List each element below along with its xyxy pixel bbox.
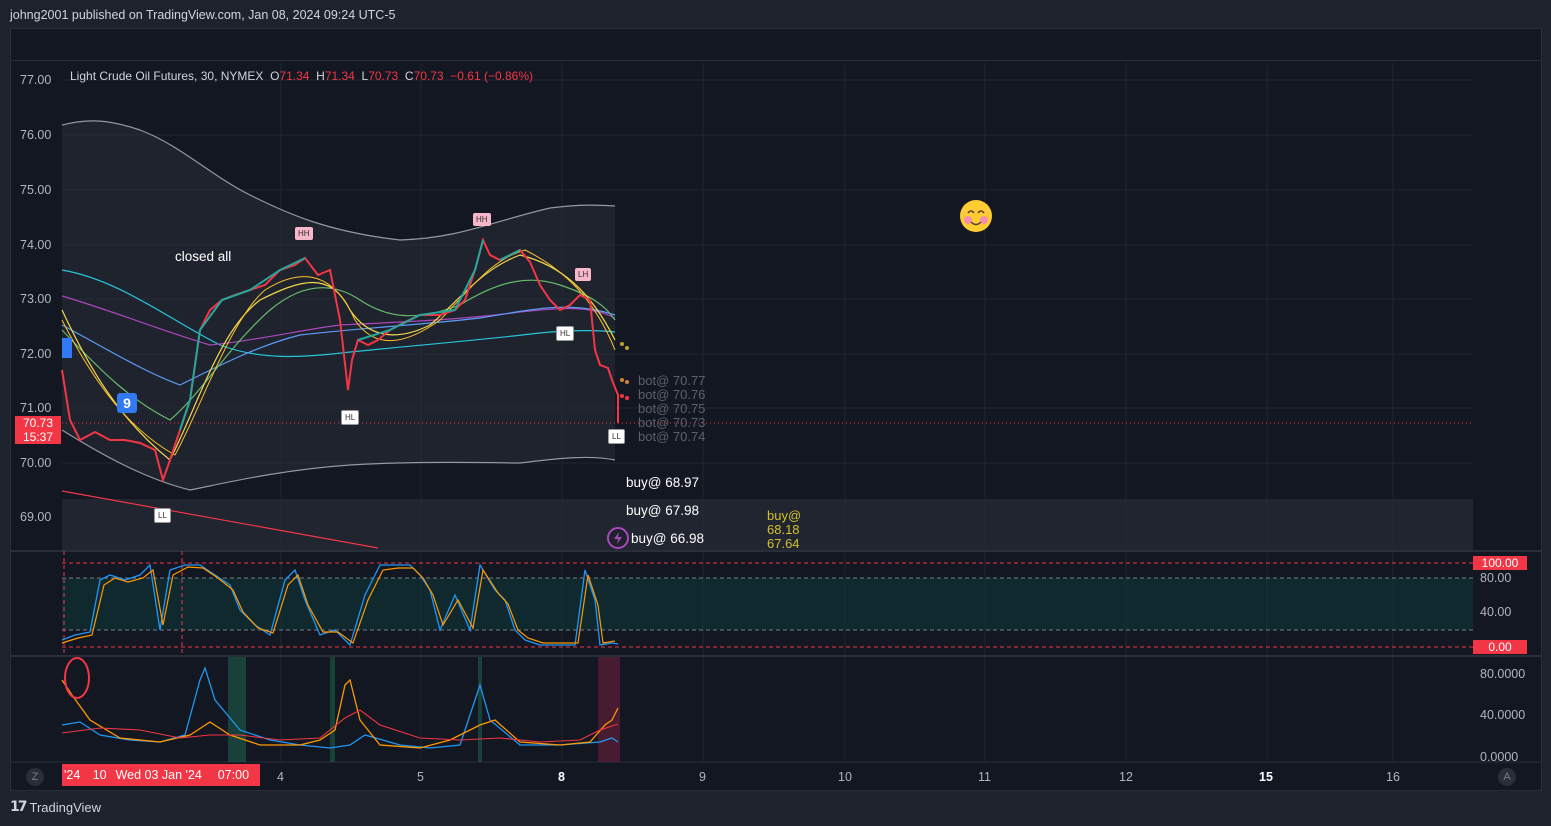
dmi-tick: 40.0000 [1480,708,1526,722]
auto-scale-button[interactable]: A [1498,768,1516,786]
buy-label: buy@ 66.98 [631,531,705,546]
dmi-tick: 80.0000 [1480,667,1526,681]
x-tick: 10 [838,770,852,784]
pivot-ll: LL [608,429,625,444]
footer-brand-name: TradingView [29,799,102,815]
bot-label: bot@ 70.75 [638,401,706,416]
pivot-lh: LH [575,268,592,281]
x-tick: 16 [1386,770,1400,784]
stoch-tick: 80.00 [1480,571,1512,585]
buy-yellow-note: buy@ 68.18 67.64 [767,509,801,551]
x-time: 07:00 [217,768,250,782]
edge-badge [62,338,72,358]
chart-canvas[interactable] [0,0,1551,826]
y-tick: 76.00 [20,128,52,142]
x-tick: 9 [699,770,706,784]
x-tick: 15 [1259,770,1273,784]
dmi-highlight [330,657,335,762]
closed-all-note: closed all [175,249,232,264]
y-tick: 71.00 [20,401,52,415]
bot-label: bot@ 70.76 [638,387,706,402]
dot [620,342,624,346]
stoch-0-tag: 0.00 [1473,640,1527,654]
x-axis-crosshair-label: '24 10 Wed 03 Jan '24 07:00 [62,764,260,786]
y-tick: 70.00 [20,456,52,470]
buy-label: buy@ 67.98 [626,503,700,518]
legend-h-value: 71.34 [324,69,355,83]
dmi-orange [61,678,619,749]
last-price-value: 70.73 [22,416,54,430]
dmi-tick: 0.0000 [1480,750,1519,764]
tradingview-logo-icon: 17 [10,799,28,815]
y-tick: 72.00 [20,347,52,361]
legend-c-label: C [404,69,414,83]
last-price-tag: 70.73 15:37 [15,416,61,444]
y-tick: 75.00 [20,183,52,197]
pivot-hl: HL [556,326,575,341]
x-date: Wed 03 Jan '24 [115,768,202,782]
y-tick: 74.00 [20,238,52,252]
legend-symbol: Light Crude Oil Futures, 30, NYMEX [70,69,264,83]
pivot-hl: HL [341,410,360,425]
stoch-tick: 40.00 [1480,605,1512,619]
legend-c-value: 70.73 [413,69,444,83]
dmi-red [61,709,619,743]
buy-yellow-title: buy@ [767,508,802,523]
bot-label: bot@ 70.73 [638,415,706,430]
y-tick: 73.00 [20,292,52,306]
bar-countdown: 15:37 [22,430,54,444]
buy-yellow-price: 68.18 [767,522,800,537]
x-tick: 4 [277,770,284,784]
x-tick: 8 [558,770,565,784]
x-day: 10 [92,768,107,782]
legend-change: −0.61 (−0.86%) [450,69,534,83]
pivot-hh: HH [473,213,491,226]
dot [625,396,629,400]
x-year: '24 [64,768,81,782]
lightning-icon [607,527,629,549]
y-tick: 77.00 [20,73,52,87]
stoch-100-tag: 100.00 [1473,556,1527,570]
buy-label: buy@ 68.97 [626,475,700,490]
y-tick: 69.00 [20,510,52,524]
pivot-hh: HH [295,227,313,240]
buy-yellow-price: 67.64 [767,536,800,551]
dmi-highlight [228,657,246,762]
dot [625,346,629,350]
zoom-button[interactable]: Z [26,768,44,786]
bot-label: bot@ 70.74 [638,429,706,444]
pivot-ll: LL [154,508,171,523]
footer-brand[interactable]: 17 TradingView [10,799,101,815]
red-circle-annotation [64,657,90,699]
x-tick: 12 [1119,770,1133,784]
sequence-count-badge: 9 [117,393,137,413]
dot [625,380,629,384]
x-tick: 5 [417,770,424,784]
dmi-highlight [478,657,482,762]
legend-l-value: 70.73 [368,69,399,83]
legend-o-value: 71.34 [279,69,310,83]
dot [620,394,624,398]
smile-emoji-icon [960,200,992,232]
bot-label: bot@ 70.77 [638,373,706,388]
x-tick: 11 [978,770,991,784]
chart-legend: Light Crude Oil Futures, 30, NYMEX O71.3… [70,69,533,83]
dot [620,378,624,382]
legend-h-label: H [316,69,325,83]
